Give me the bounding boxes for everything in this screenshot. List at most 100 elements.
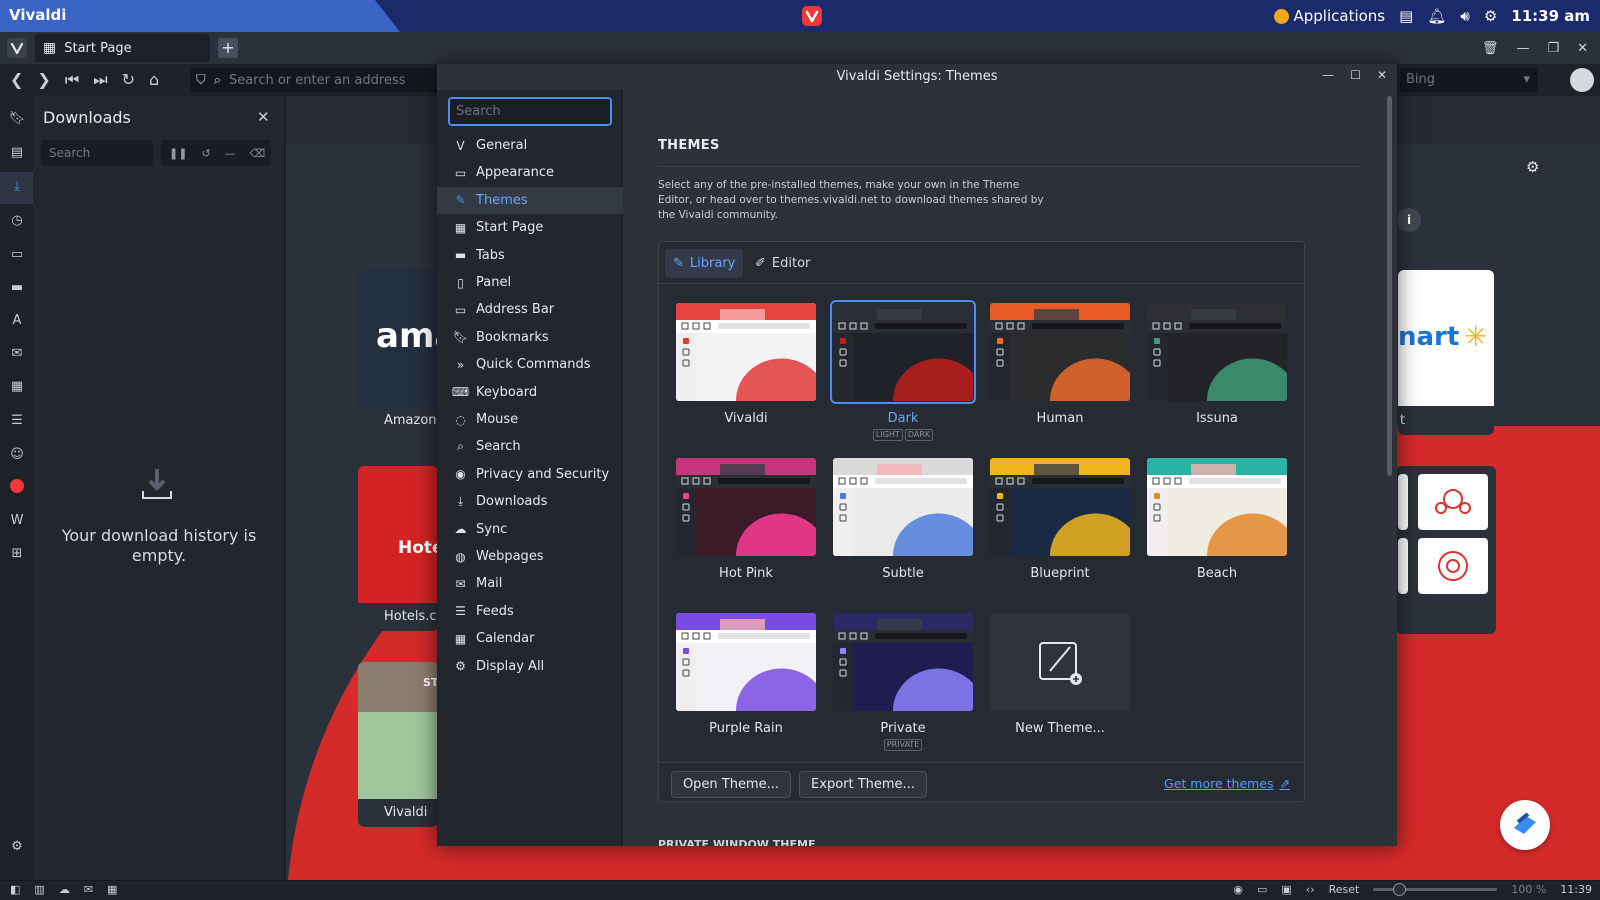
home-icon[interactable]: ⌂ — [149, 70, 159, 90]
settings-scrollbar[interactable] — [1387, 96, 1392, 476]
theme-thumbnail[interactable] — [990, 458, 1130, 556]
settings-nav-item[interactable]: ▭ Appearance — [437, 159, 623, 186]
downloads-panel-icon[interactable]: ⤓ — [8, 178, 26, 196]
theme-thumbnail[interactable] — [676, 458, 816, 556]
close-icon[interactable]: ✕ — [1577, 41, 1588, 56]
contacts-icon[interactable]: ☺ — [8, 446, 26, 464]
speed-dial-amazon[interactable]: ama Amazon — [358, 270, 438, 435]
shield-icon[interactable]: ⛉ — [196, 73, 206, 88]
speed-dial-vivaldi-game[interactable]: ST Vivaldi G — [358, 662, 438, 827]
theme-card[interactable]: Issuna — [1147, 303, 1287, 426]
calendar-status-icon[interactable]: ▦ — [107, 883, 117, 896]
theme-card[interactable]: Purple Rain — [676, 613, 816, 736]
settings-nav-item[interactable]: ▯ Panel — [437, 269, 623, 296]
settings-nav-item[interactable]: 🔖︎ Bookmarks — [437, 324, 623, 351]
theme-card[interactable]: Dark LIGHT DARK — [830, 300, 976, 441]
history-icon[interactable]: ↺ — [201, 147, 210, 160]
vivaldi-webpanel-icon[interactable] — [8, 479, 26, 497]
settings-icon[interactable]: ⚙ — [8, 838, 26, 856]
clear-icon[interactable]: ⌫ — [250, 147, 266, 160]
speed-dial-walmart[interactable]: nart ✳ t — [1398, 270, 1494, 435]
zoom-slider-handle[interactable] — [1393, 883, 1407, 896]
settings-nav-item[interactable]: ⌨ Keyboard — [437, 379, 623, 406]
settings-nav-item[interactable]: ✎ Themes — [437, 186, 623, 214]
calendar-panel-icon[interactable]: ▦ — [8, 378, 26, 396]
theme-card[interactable]: New Theme... — [990, 613, 1130, 736]
minimize-icon[interactable]: — — [1322, 68, 1334, 82]
vivaldi-menu-button[interactable] — [7, 38, 27, 58]
settings-nav-item[interactable]: ▭ Address Bar — [437, 296, 623, 323]
theme-card[interactable]: Blueprint — [990, 458, 1130, 581]
forward-icon[interactable]: ❯ — [37, 70, 50, 90]
reading-list-icon[interactable]: ▤ — [8, 144, 26, 162]
floating-helper-button[interactable] — [1500, 800, 1550, 850]
close-icon[interactable]: ✕ — [1377, 68, 1387, 82]
maximize-icon[interactable]: ☐ — [1350, 68, 1361, 82]
sync-cloud-icon[interactable]: ☁ — [59, 883, 70, 896]
settings-nav-item[interactable]: ⚙ Display All — [437, 653, 623, 680]
history-icon[interactable]: ◷ — [8, 212, 26, 230]
settings-nav-item[interactable]: ☁ Sync — [437, 516, 623, 543]
zoom-reset-button[interactable]: Reset — [1329, 883, 1360, 896]
theme-card[interactable]: Beach — [1147, 458, 1287, 581]
settings-search-input[interactable]: Search — [448, 97, 612, 126]
settings-nav-item[interactable]: ✉ Mail — [437, 570, 623, 597]
translate-icon[interactable]: A — [8, 312, 26, 330]
search-engine-field[interactable]: Bing ▾ — [1400, 68, 1538, 92]
address-field[interactable]: ⛉ ⌕ Search or enter an address — [190, 68, 440, 92]
settings-gear-icon[interactable]: ⚙ — [1484, 7, 1497, 25]
theme-thumbnail[interactable] — [1147, 303, 1287, 401]
profile-avatar[interactable] — [1570, 68, 1594, 92]
new-theme-icon[interactable] — [990, 613, 1130, 711]
theme-thumbnail[interactable] — [676, 303, 816, 401]
notes-icon[interactable]: ▭ — [8, 246, 26, 264]
theme-thumbnail[interactable] — [1147, 458, 1287, 556]
settings-nav-item[interactable]: ◌ Mouse — [437, 406, 623, 433]
export-theme-button[interactable]: Export Theme... — [799, 771, 927, 798]
settings-nav-item[interactable]: ☰ Feeds — [437, 598, 623, 625]
speed-dial-hotels[interactable]: Hote Hotels.co — [358, 466, 438, 631]
settings-nav-item[interactable]: ◍ Webpages — [437, 543, 623, 570]
tile-icon[interactable]: ▥ — [34, 883, 44, 896]
remove-icon[interactable]: — — [225, 147, 236, 160]
mail-panel-icon[interactable]: ✉ — [8, 345, 26, 363]
theme-thumbnail[interactable] — [830, 300, 976, 404]
theme-card[interactable]: Vivaldi — [676, 303, 816, 426]
settings-nav-item[interactable]: V General — [437, 132, 623, 159]
open-theme-button[interactable]: Open Theme... — [671, 771, 791, 798]
zoom-slider[interactable] — [1373, 883, 1498, 896]
settings-nav-item[interactable]: ⌕ Search — [437, 433, 623, 460]
settings-nav-item[interactable]: ⤓ Downloads — [437, 488, 623, 515]
settings-nav-item[interactable]: » Quick Commands — [437, 351, 623, 378]
theme-thumbnail[interactable] — [990, 303, 1130, 401]
os-clock[interactable]: 11:39 am — [1511, 7, 1590, 25]
theme-thumbnail[interactable] — [833, 458, 973, 556]
rewind-icon[interactable]: ⏮ — [65, 70, 79, 90]
panel-toggle-icon[interactable]: ◧ — [10, 883, 20, 896]
downloads-search-input[interactable]: Search — [41, 140, 153, 166]
camera-icon[interactable]: ◉ — [1233, 883, 1243, 896]
applications-menu[interactable]: Applications — [1274, 7, 1385, 25]
tab-library[interactable]: ✎ Library — [665, 249, 744, 278]
pause-icon[interactable]: ❚❚ — [169, 147, 187, 160]
maximize-icon[interactable]: ❐ — [1547, 41, 1559, 56]
tab-start-page[interactable]: ▦ Start Page — [35, 34, 210, 62]
trash-icon[interactable]: 🗑︎ — [1482, 41, 1499, 56]
tab-editor[interactable]: ✐ Editor — [747, 249, 818, 278]
get-more-themes-link[interactable]: Get more themes ⇗ — [1164, 776, 1290, 791]
theme-card[interactable]: Hot Pink — [676, 458, 816, 581]
close-panel-icon[interactable]: ✕ — [257, 108, 270, 126]
add-web-panel-icon[interactable]: ⊞ — [8, 545, 26, 563]
volume-icon[interactable]: 🔊︎ — [1460, 7, 1469, 25]
fast-forward-icon[interactable]: ⏭ — [93, 70, 107, 90]
clipboard-icon[interactable]: ▤ — [1399, 7, 1413, 25]
back-icon[interactable]: ❮ — [10, 70, 23, 90]
minimize-icon[interactable]: — — [1516, 41, 1529, 56]
mail-status-icon[interactable]: ✉ — [84, 883, 93, 896]
reload-icon[interactable]: ↻ — [122, 70, 135, 90]
settings-nav-item[interactable]: ◉ Privacy and Security — [437, 461, 623, 488]
theme-card[interactable]: Human — [990, 303, 1130, 426]
image-icon[interactable]: ▣ — [1281, 883, 1291, 896]
wikipedia-webpanel-icon[interactable]: W — [8, 512, 26, 530]
chevron-down-icon[interactable]: ▾ — [1523, 68, 1530, 92]
